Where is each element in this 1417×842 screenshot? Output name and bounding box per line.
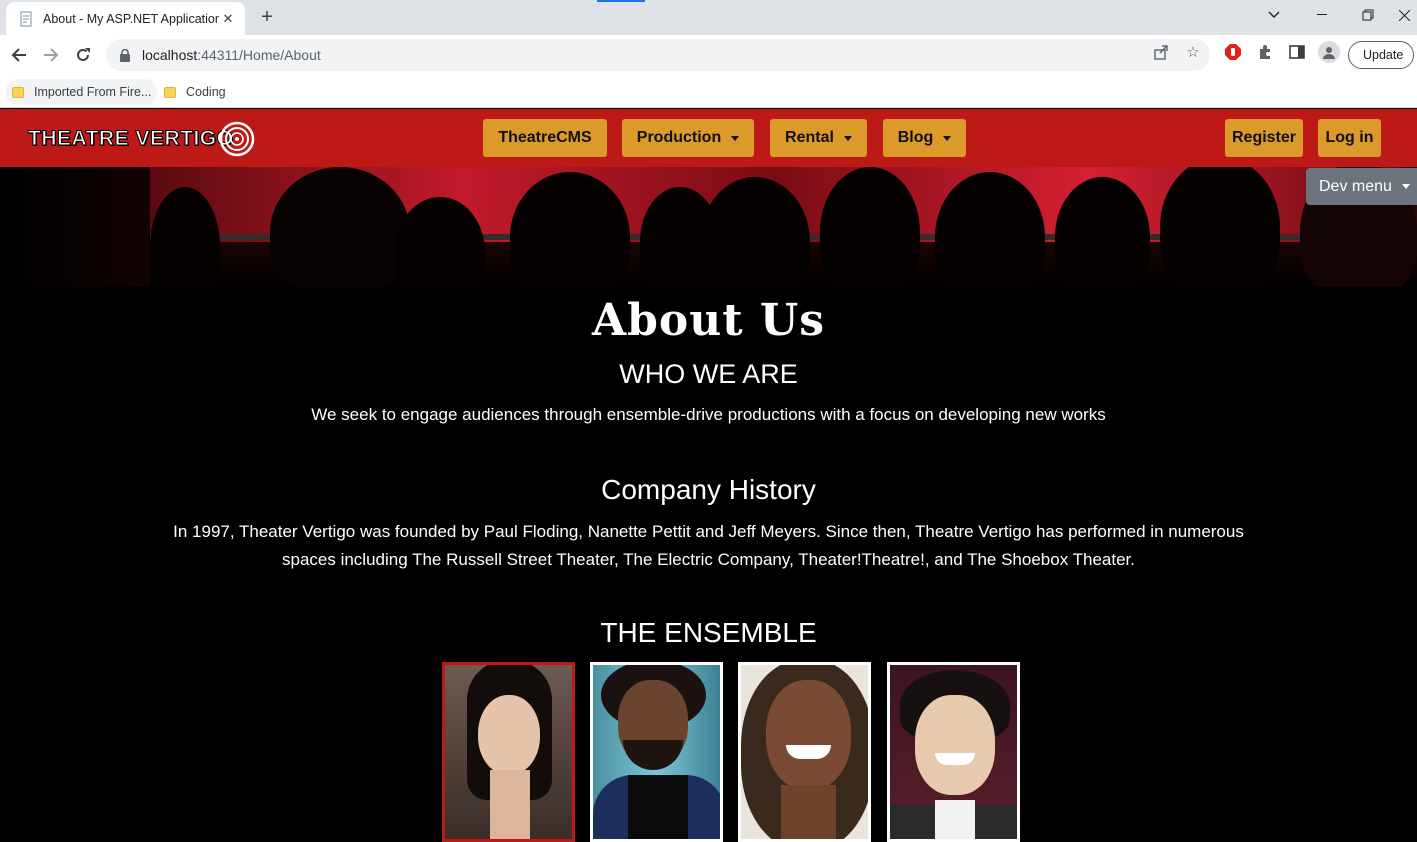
bookmark-star-icon[interactable]: ☆	[1184, 43, 1202, 61]
site-navbar: THEATRE VERTIGO TheatreCMS Production Re…	[0, 109, 1417, 167]
nav-theatrecms[interactable]: TheatreCMS	[483, 119, 607, 157]
forward-icon[interactable]	[39, 43, 63, 67]
vertigo-spiral-icon	[220, 121, 255, 157]
profile-avatar-icon[interactable]	[1318, 41, 1340, 63]
mission-text: We seek to engage audiences through ense…	[311, 405, 1106, 424]
ensemble-member-photo[interactable]	[590, 662, 723, 842]
bookmark-imported[interactable]: Imported From Fire...	[6, 79, 158, 105]
who-we-are-heading: WHO WE ARE	[619, 359, 798, 389]
back-icon[interactable]	[7, 43, 31, 67]
site-logo[interactable]: THEATRE VERTIGO	[27, 119, 255, 159]
bookmark-coding[interactable]: Coding	[158, 79, 232, 105]
lock-icon[interactable]	[116, 48, 134, 62]
page-title: About Us	[591, 295, 826, 346]
logo-text: THEATRE VERTIGO	[27, 127, 234, 151]
minimize-icon[interactable]	[1299, 0, 1345, 30]
folder-icon	[164, 86, 176, 98]
company-history-text: In 1997, Theater Vertigo was founded by …	[173, 522, 1244, 569]
login-button[interactable]: Log in	[1318, 119, 1381, 157]
folder-icon	[12, 86, 24, 98]
caret-down-icon	[731, 135, 740, 141]
nav-rental-dropdown[interactable]: Rental	[770, 119, 867, 157]
ensemble-member-photo[interactable]	[738, 662, 871, 842]
nav-blog-dropdown[interactable]: Blog	[883, 119, 966, 157]
bookmarks-bar: Imported From Fire... Coding	[0, 75, 1417, 108]
caret-down-icon	[843, 135, 852, 141]
browser-update-button[interactable]: Update	[1348, 41, 1414, 69]
loading-indicator	[597, 0, 645, 2]
url-text: localhost:44311/Home/About	[142, 47, 321, 63]
new-tab-icon[interactable]: +	[256, 6, 278, 28]
side-panel-icon[interactable]	[1288, 43, 1306, 61]
bookmark-label: Imported From Fire...	[34, 85, 152, 99]
tab-title: About - My ASP.NET Application	[43, 11, 219, 26]
close-window-icon[interactable]	[1391, 0, 1417, 30]
ensemble-member-photo[interactable]	[442, 662, 575, 842]
dev-menu-dropdown[interactable]: Dev menu	[1306, 168, 1417, 205]
company-history-heading: Company History	[601, 474, 816, 505]
close-tab-icon[interactable]: ✕	[219, 10, 237, 28]
page-favicon-icon	[18, 11, 34, 27]
ensemble-heading: THE ENSEMBLE	[600, 617, 817, 648]
hero-banner-image	[0, 167, 1417, 287]
extensions-puzzle-icon[interactable]	[1256, 43, 1274, 61]
adblock-extension-icon[interactable]	[1224, 43, 1242, 61]
ensemble-member-photo[interactable]	[887, 662, 1020, 842]
share-icon[interactable]	[1152, 43, 1170, 61]
caret-down-icon	[943, 135, 952, 141]
browser-toolbar: localhost:44311/Home/About ☆ Update	[0, 35, 1417, 75]
restore-icon[interactable]	[1345, 0, 1391, 30]
address-bar[interactable]: localhost:44311/Home/About	[106, 39, 1210, 71]
reload-icon[interactable]	[71, 43, 95, 67]
browser-tab-strip: About - My ASP.NET Application ✕ +	[0, 0, 1417, 35]
tab-search-icon[interactable]	[1251, 0, 1297, 30]
browser-tab[interactable]: About - My ASP.NET Application ✕	[6, 2, 245, 35]
caret-down-icon	[1401, 184, 1410, 189]
nav-production-dropdown[interactable]: Production	[622, 119, 754, 157]
register-button[interactable]: Register	[1225, 119, 1303, 157]
bookmark-label: Coding	[186, 85, 226, 99]
